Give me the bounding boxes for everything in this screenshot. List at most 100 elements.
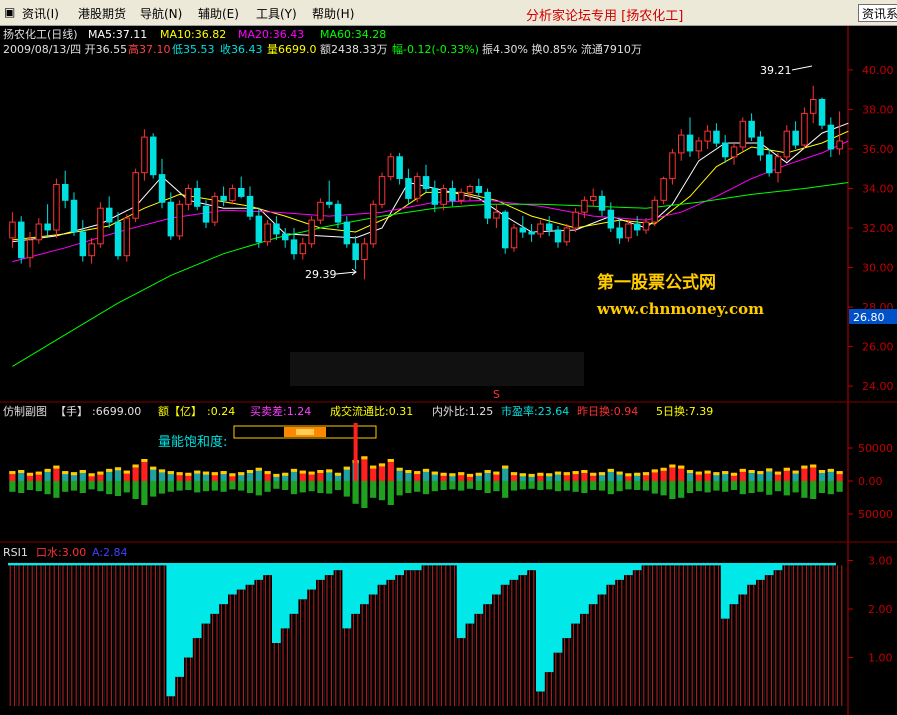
volume-bar-cap: [334, 472, 342, 476]
candle-body: [607, 209, 615, 229]
volume-bar-down: [387, 481, 394, 505]
rsi-column-bg: [140, 565, 149, 706]
rsi-column-bg: [624, 575, 633, 706]
volume-bar-down: [167, 481, 174, 492]
candle-body: [414, 176, 421, 199]
rsi-column-bg: [756, 579, 765, 706]
rsi-column-bg: [518, 575, 528, 706]
price-tick-label: 38.00: [862, 103, 894, 116]
volume-bar-down: [114, 481, 122, 496]
menu-tools[interactable]: 工具(Y): [256, 5, 297, 22]
candle-body: [238, 188, 245, 197]
volume-bar-down: [642, 481, 650, 491]
rsi-column-bg: [712, 565, 721, 706]
high-value: 高37.10: [128, 42, 171, 56]
price-tick-label: 36.00: [862, 143, 894, 156]
volume-bar-down: [255, 481, 262, 496]
rsi-column-bg: [492, 594, 501, 706]
volume-bar-cap: [449, 473, 456, 477]
volume-bar-cap: [572, 471, 579, 475]
candle-body: [625, 223, 632, 239]
volume-bar-cap: [299, 470, 306, 474]
rsi-column-bg: [377, 584, 387, 706]
rsi-column-bg: [175, 676, 184, 706]
candle-body: [783, 130, 791, 158]
sub1-prev-turnover: 昨日换:0.94: [577, 404, 638, 418]
candle-body: [422, 176, 430, 190]
volume-bar-cap: [378, 463, 386, 467]
system-icon[interactable]: ▣: [4, 5, 15, 19]
rsi-column-bg: [96, 565, 105, 706]
sub1-turnover-ratio: 成交流通比:0.31: [330, 404, 413, 418]
volume-tick-label: 0.00: [858, 475, 883, 488]
volume-bar-cap: [475, 472, 482, 476]
candle-body: [132, 172, 139, 219]
volume-bar-cap: [818, 470, 826, 473]
sub1-inout-ratio: 内外比:1.25: [432, 404, 493, 418]
info-system-button[interactable]: 资讯系: [858, 4, 897, 22]
menu-navigation[interactable]: 导航(N): [140, 5, 182, 22]
candle-body: [299, 243, 307, 255]
rsi-column-bg: [448, 565, 457, 706]
candle-body: [704, 130, 711, 142]
rsi-column-bg: [386, 579, 396, 706]
volume-bar-down: [625, 481, 632, 490]
volume-bar-down: [616, 481, 623, 492]
volume-bar-down: [440, 481, 447, 490]
volume-bar-cap: [836, 471, 843, 475]
swing-turnover: 振4.30% 换0.85% 流通7910万: [482, 42, 642, 56]
volume-bar-down: [290, 481, 298, 495]
sub1-hand-value: :6699.00: [92, 405, 141, 418]
volume-bar-down: [695, 481, 702, 492]
candle-body: [35, 223, 43, 241]
rsi-column-bg: [289, 613, 299, 706]
menu-help[interactable]: 帮助(H): [312, 5, 354, 22]
volume-bar-cap: [114, 467, 122, 471]
volume-bar-down: [370, 481, 377, 498]
rsi-tick-label: 1.00: [868, 652, 893, 665]
rsi-column-bg: [421, 565, 431, 706]
rsi-column-bg: [184, 657, 193, 706]
menu-assist[interactable]: 辅助(E): [198, 5, 239, 22]
candle-body: [757, 136, 764, 156]
volume-bar-cap: [678, 465, 685, 469]
candle-body: [167, 201, 175, 237]
volume-bar-down: [546, 481, 553, 490]
volume-bar-down: [598, 481, 606, 491]
volume-bar-cap: [466, 473, 474, 477]
volume-bar-down: [194, 481, 201, 493]
rsi-column-bg: [368, 594, 378, 706]
candle-body: [70, 199, 78, 233]
volume-bar-cap: [528, 473, 535, 477]
low-annotation: 29.39: [305, 268, 337, 281]
volume-bar-cap: [255, 467, 262, 471]
candle-body: [686, 134, 694, 152]
rsi-column-bg: [324, 575, 334, 706]
candle-body: [581, 199, 588, 213]
candle-body: [114, 221, 122, 257]
rsi-column-bg: [351, 613, 360, 706]
candle-body: [334, 203, 342, 223]
volume-bar-cap: [563, 472, 570, 476]
menu-info[interactable]: 资讯(I): [22, 5, 59, 22]
rsi-column-bg: [817, 565, 827, 706]
volume-bar-down: [651, 481, 658, 494]
volume-bar-down: [62, 481, 69, 492]
candle-body: [449, 188, 456, 201]
volume-bar-cap: [308, 471, 315, 475]
volume-bar-down: [88, 481, 95, 490]
volume-bar-cap: [88, 473, 95, 477]
price-tick-label: 24.00: [862, 380, 894, 393]
volume-bar-down: [466, 481, 474, 489]
menu-hk-futures[interactable]: 港股期货: [78, 5, 126, 22]
volume-bar-down: [704, 481, 711, 493]
candle-body: [317, 201, 324, 221]
chart-area[interactable]: 扬农化工(日线) MA5:37.11 MA10:36.82 MA20:36.43…: [0, 26, 897, 715]
rsi-column-bg: [773, 570, 783, 706]
volume-bar-down: [141, 481, 148, 505]
rsi-column-bg: [342, 628, 352, 706]
volume-bar-down: [273, 481, 280, 489]
sub1-five-day: 5日换:7.39: [656, 404, 713, 418]
volume-bar-down: [827, 481, 834, 495]
volume-bar-down: [678, 481, 685, 498]
